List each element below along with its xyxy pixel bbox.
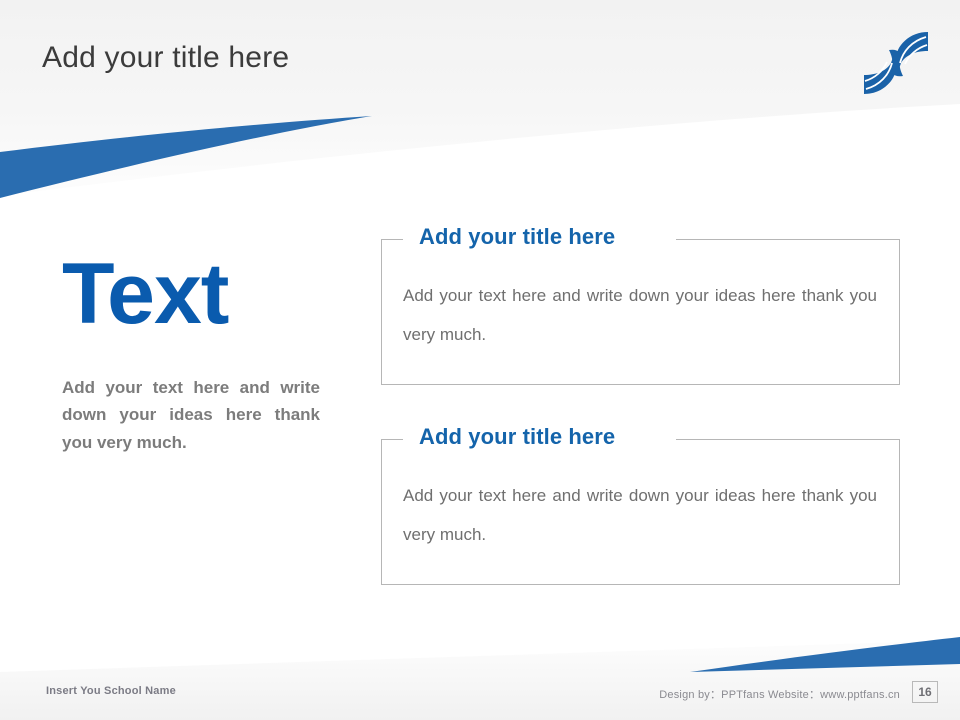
page-title: Add your title here [42,41,290,74]
card-body-text: Add your text here and write down your i… [403,286,877,345]
card-body-text: Add your text here and write down your i… [403,486,877,545]
card-title: Add your title here [413,424,622,450]
card-frame-top-left [381,239,403,240]
header-band [0,0,960,196]
page-number-badge: 16 [912,681,938,703]
slide-canvas: Add your title here Text Add your text h… [0,0,960,720]
swirl-s-logo [864,32,928,94]
footer-credit: Design by：PPTfans Website：www.pptfans.cn [659,689,900,701]
card-frame-top-left [381,439,403,440]
left-headline: Text [62,246,229,342]
footer-school-name: Insert You School Name [46,685,176,697]
footer-blue-swoosh [690,637,960,672]
card-frame-top-right [676,239,900,240]
left-body-text: Add your text here and write down your i… [62,377,320,452]
card-frame-top-right [676,439,900,440]
footer-band [0,640,960,720]
header-blue-swoosh [0,116,372,198]
left-panel: Text Add your text here and write down y… [62,246,320,456]
card-title: Add your title here [413,224,622,250]
